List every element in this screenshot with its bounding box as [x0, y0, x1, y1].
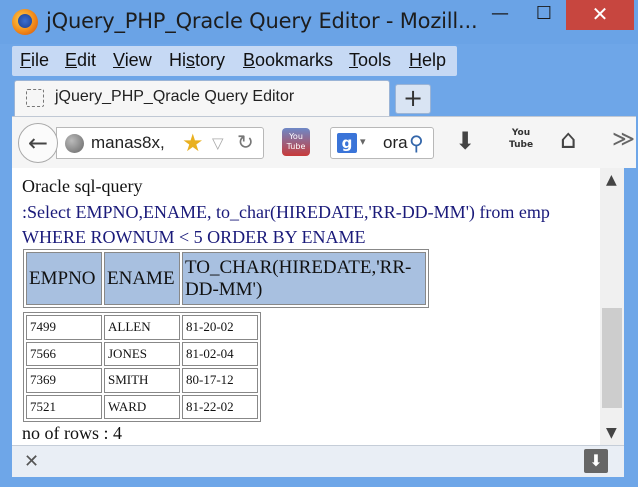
page-favicon-icon — [26, 89, 44, 107]
page-heading: Oracle sql-query — [22, 176, 143, 196]
table-row: 7521 WARD 81-22-02 — [26, 394, 258, 419]
downloads-icon[interactable]: ⬇ — [455, 127, 475, 155]
engine-dropdown-icon[interactable]: ▾ — [360, 135, 366, 148]
menu-help[interactable]: Help — [409, 50, 446, 71]
close-icon[interactable]: ✕ — [24, 451, 39, 472]
table-cell: 80-17-12 — [182, 368, 258, 393]
table-cell: 7499 — [26, 315, 102, 340]
reload-icon[interactable]: ↻ — [237, 130, 254, 154]
menu-history[interactable]: History — [169, 50, 225, 71]
navigation-toolbar: manas8x, ★ ▽ ↻ ← You Tube g ▾ ora ⚲ ⬇ Yo… — [12, 116, 636, 168]
firefox-logo-icon — [12, 9, 38, 35]
scroll-thumb[interactable] — [602, 308, 622, 408]
menu-tools[interactable]: Tools — [349, 50, 391, 71]
menu-file[interactable]: File — [20, 50, 49, 71]
table-cell: ALLEN — [104, 315, 180, 340]
table-cell: 7369 — [26, 368, 102, 393]
globe-icon — [65, 134, 84, 153]
row-count-text: no of rows : 4 — [22, 423, 122, 443]
table-cell: 7521 — [26, 394, 102, 419]
page-content: Oracle sql-query :Select EMPNO,ENAME, to… — [12, 168, 600, 445]
menu-view[interactable]: View — [113, 50, 152, 71]
table-cell: 7566 — [26, 341, 102, 366]
scroll-down-icon[interactable]: ▼ — [606, 425, 617, 441]
menu-edit[interactable]: Edit — [65, 50, 96, 71]
overflow-menu-icon[interactable]: ≫ — [612, 127, 635, 152]
add-on-bar: ✕ ⬇ — [12, 445, 624, 477]
maximize-button[interactable]: ☐ — [522, 0, 566, 30]
query-text: :Select EMPNO,ENAME, to_char(HIREDATE,'R… — [22, 202, 550, 247]
table-cell: JONES — [104, 341, 180, 366]
window-title: jQuery_PHP_Qracle Query Editor - Mozill.… — [46, 9, 478, 33]
result-header-table: EMPNO ENAME TO_CHAR(HIREDATE,'RR-DD-MM') — [23, 249, 429, 308]
home-icon[interactable]: ⌂ — [560, 125, 577, 155]
back-button[interactable]: ← — [18, 123, 58, 163]
scroll-up-icon[interactable]: ▲ — [606, 172, 617, 188]
table-row: 7566 JONES 81-02-04 — [26, 341, 258, 366]
window-border — [624, 168, 638, 445]
vertical-scrollbar[interactable]: ▲ ▼ — [600, 168, 624, 445]
table-row: 7499 ALLEN 81-20-02 — [26, 315, 258, 340]
url-text[interactable]: manas8x, — [91, 133, 165, 153]
table-cell: SMITH — [104, 368, 180, 393]
close-button[interactable]: ✕ — [566, 0, 634, 30]
star-icon[interactable]: ★ — [182, 129, 204, 157]
menu-bar: File Edit View History Bookmarks Tools H… — [12, 46, 457, 76]
table-cell: WARD — [104, 394, 180, 419]
tab-title: jQuery_PHP_Qracle Query Editor — [55, 88, 295, 105]
column-header: EMPNO — [26, 252, 102, 305]
result-data-table: 7499 ALLEN 81-20-02 7566 JONES 81-02-04 … — [23, 312, 261, 422]
google-engine-icon[interactable]: g — [337, 133, 357, 153]
search-bar[interactable]: g ▾ ora ⚲ — [330, 127, 434, 159]
table-cell: 81-22-02 — [182, 394, 258, 419]
new-tab-button[interactable]: + — [395, 84, 431, 114]
table-cell: 81-20-02 — [182, 315, 258, 340]
history-dropdown-icon[interactable]: ▽ — [212, 134, 224, 152]
title-bar: jQuery_PHP_Qracle Query Editor - Mozill.… — [0, 0, 638, 44]
youtube-extension-icon[interactable]: You Tube — [282, 128, 310, 156]
tab-query-editor[interactable]: jQuery_PHP_Qracle Query Editor — [14, 80, 390, 116]
search-icon[interactable]: ⚲ — [409, 131, 424, 155]
url-bar[interactable]: manas8x, ★ ▽ ↻ — [56, 127, 264, 159]
column-header: TO_CHAR(HIREDATE,'RR-DD-MM') — [182, 252, 426, 305]
table-row: 7369 SMITH 80-17-12 — [26, 368, 258, 393]
download-icon[interactable]: ⬇ — [584, 449, 608, 473]
menu-bookmarks[interactable]: Bookmarks — [243, 50, 333, 71]
table-cell: 81-02-04 — [182, 341, 258, 366]
youtube-icon[interactable]: You Tube — [508, 127, 534, 155]
minimize-button[interactable]: — — [478, 0, 522, 30]
search-input[interactable]: ora — [383, 133, 409, 153]
column-header: ENAME — [104, 252, 180, 305]
